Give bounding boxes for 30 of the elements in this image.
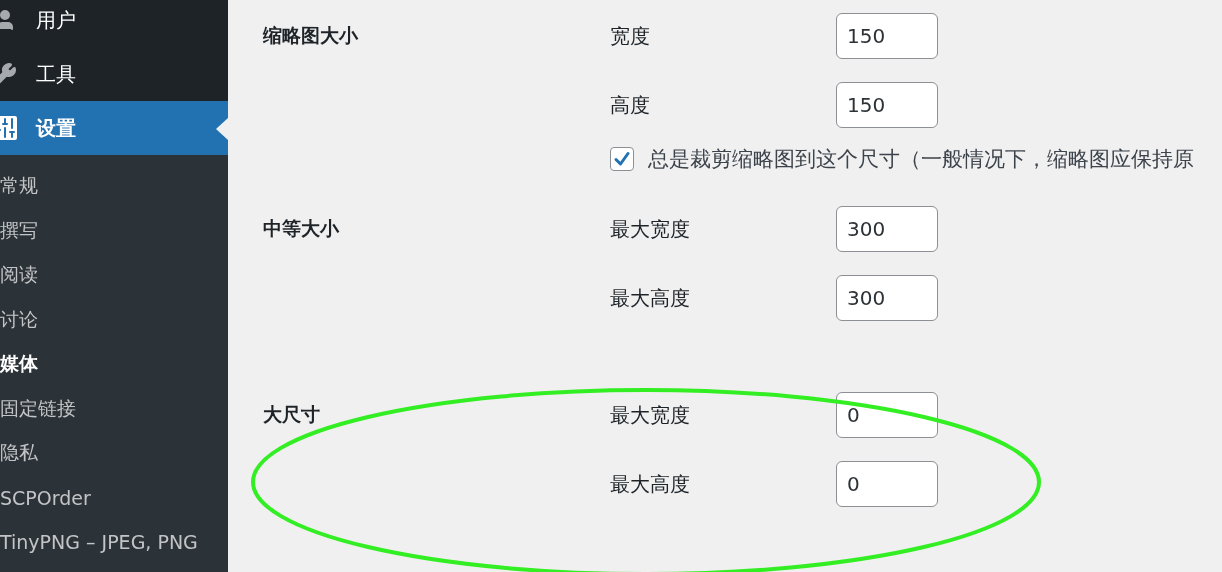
- number-field[interactable]: 150: [836, 82, 938, 128]
- section-title: 大尺寸: [263, 402, 321, 427]
- submenu-item[interactable]: 固定链接: [0, 386, 228, 431]
- number-field[interactable]: 0: [836, 392, 938, 438]
- current-arrow-icon: [216, 118, 228, 140]
- menu-item[interactable]: 设置: [0, 101, 228, 155]
- field-label: 高度: [610, 91, 651, 119]
- checkbox-label: 总是裁剪缩略图到这个尺寸（一般情况下，缩略图应保持原: [648, 146, 1194, 173]
- number-field[interactable]: 300: [836, 275, 938, 321]
- submenu-item[interactable]: SCPOrder: [0, 475, 228, 520]
- submenu-item[interactable]: 阅读: [0, 253, 228, 298]
- submenu-item[interactable]: TinyPNG – JPEG, PNG: [0, 520, 228, 565]
- submenu-item[interactable]: 媒体: [0, 342, 228, 387]
- field-label: 最大高度: [610, 470, 691, 498]
- number-field[interactable]: 150: [836, 13, 938, 59]
- field-label: 最大宽度: [610, 215, 691, 243]
- submenu-item[interactable]: 隐私: [0, 431, 228, 476]
- number-field[interactable]: 0: [836, 461, 938, 507]
- field-label: 最大宽度: [610, 401, 691, 429]
- section-title: 缩略图大小: [263, 23, 359, 48]
- wrench-icon: [0, 62, 17, 86]
- submenu-item[interactable]: 讨论: [0, 297, 228, 342]
- checkbox[interactable]: [610, 147, 634, 171]
- field-label: 最大高度: [610, 284, 691, 312]
- section-title: 中等大小: [263, 216, 340, 241]
- submenu-item[interactable]: 常规: [0, 164, 228, 209]
- submenu-item[interactable]: 撰写: [0, 208, 228, 253]
- number-field[interactable]: 300: [836, 206, 938, 252]
- settings-icon: [0, 116, 17, 140]
- field-label: 宽度: [610, 22, 651, 50]
